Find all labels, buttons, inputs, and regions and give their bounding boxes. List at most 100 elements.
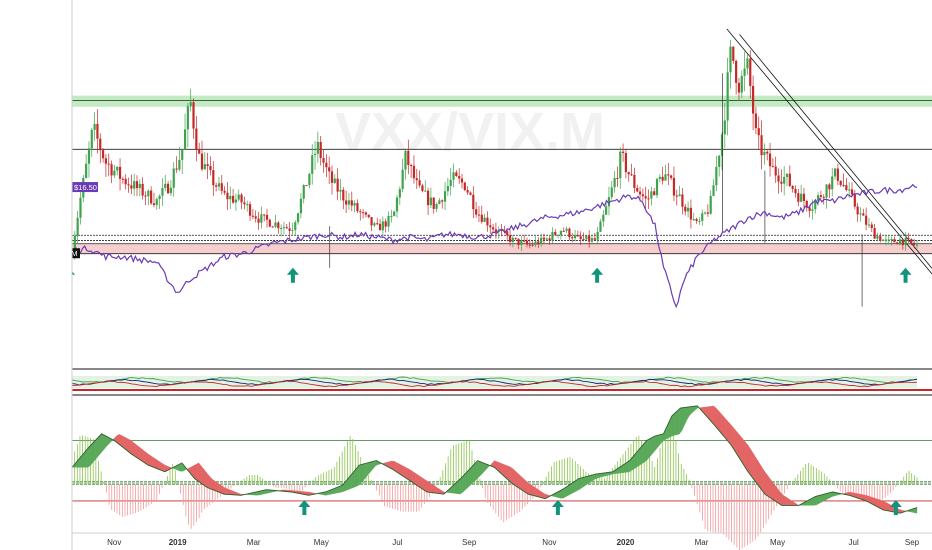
candle-body — [867, 224, 871, 226]
osc-ribbon-segment — [425, 479, 429, 493]
osc-ribbon-segment — [203, 468, 207, 488]
candle-body — [308, 173, 311, 186]
candle-body — [655, 178, 659, 196]
osc-ribbon-segment — [222, 486, 226, 495]
candle-body — [93, 123, 96, 130]
candle-body — [658, 176, 661, 179]
candle-body — [913, 242, 916, 245]
candle-body — [749, 58, 752, 86]
candle-body — [568, 228, 571, 238]
candle-body — [602, 214, 605, 222]
time-axis-tick: Nov — [542, 538, 556, 547]
osc-ribbon-segment — [784, 496, 788, 506]
candle-body — [398, 189, 401, 198]
osc-ribbon-segment — [148, 454, 152, 467]
candle-body — [689, 207, 693, 220]
candle-body — [124, 178, 127, 185]
osc-ribbon-segment — [103, 434, 107, 451]
candle-body — [573, 235, 577, 239]
candle-body — [856, 206, 859, 215]
time-axis-tick: May — [770, 538, 785, 547]
osc-ribbon-segment — [589, 474, 593, 484]
candle-body — [879, 236, 882, 242]
candle-body — [670, 175, 673, 178]
osc-ribbon-segment — [357, 464, 360, 487]
osc-ribbon-segment — [211, 478, 215, 491]
osc-ribbon-segment — [198, 462, 202, 484]
candle-body — [531, 244, 534, 246]
candle-body — [147, 190, 150, 197]
candle-body — [698, 220, 701, 222]
candle-body — [90, 129, 93, 149]
time-axis: Nov2019MarMayJulSepNov2020MarMayJulSepYZ — [0, 532, 932, 547]
candle-body — [814, 200, 817, 210]
osc-ribbon-segment — [359, 464, 363, 486]
osc-ribbon-segment — [512, 468, 516, 487]
candle-body — [240, 194, 243, 203]
candle-body — [881, 239, 885, 242]
candle-body — [330, 171, 334, 183]
candle-body — [130, 185, 133, 189]
candle-body — [336, 178, 339, 192]
candle-body — [356, 203, 359, 212]
candle-body — [316, 141, 319, 154]
candle-body — [237, 194, 240, 200]
candle-body — [644, 196, 647, 199]
candle-body — [296, 213, 300, 223]
candle-body — [288, 228, 291, 231]
candle-body — [460, 178, 464, 183]
osc-ribbon-segment — [87, 445, 91, 468]
osc-ribbon-segment — [761, 465, 764, 494]
osc-ribbon-segment — [782, 494, 786, 506]
candle-body — [116, 166, 119, 171]
candle-body — [367, 214, 370, 218]
signal-arrow — [591, 267, 604, 283]
osc-ribbon-segment — [586, 475, 590, 485]
candle-body — [636, 188, 639, 192]
candle-body — [248, 204, 252, 216]
candle-body — [723, 120, 726, 135]
candle-body — [401, 169, 404, 190]
candle-body — [896, 242, 899, 245]
candle-body — [322, 158, 325, 163]
candle-body — [802, 193, 806, 201]
osc-ribbon-segment — [771, 480, 775, 501]
candle-body — [265, 214, 269, 220]
candle-body — [599, 221, 602, 232]
candle-body — [353, 203, 356, 206]
candle-body — [164, 183, 167, 189]
candle-body — [579, 236, 582, 240]
osc-ribbon-segment — [129, 439, 133, 456]
candle-body — [800, 193, 803, 202]
osc-ribbon-segment — [726, 419, 730, 444]
candle-body — [740, 75, 743, 93]
candle-body — [610, 187, 613, 198]
trendline — [726, 28, 932, 275]
candle-body — [446, 185, 449, 192]
candle-body — [616, 177, 619, 179]
osc-ribbon-segment — [647, 438, 651, 460]
time-axis-tick: Mar — [695, 538, 709, 547]
signal-arrow — [286, 267, 299, 283]
osc-ribbon-segment — [531, 484, 535, 496]
candle-body — [475, 209, 478, 215]
candle-body — [381, 221, 384, 231]
candle-body — [155, 199, 158, 206]
candle-body — [624, 152, 628, 173]
candle-body — [695, 219, 698, 221]
candle-body — [220, 183, 223, 191]
candle-body — [763, 151, 766, 156]
time-axis-tick: 2019 — [169, 538, 187, 547]
candle-body — [483, 217, 486, 222]
candle-body — [260, 214, 263, 223]
candle-body — [477, 214, 481, 216]
time-axis-tick: Jul — [849, 538, 859, 547]
candle-body — [562, 230, 565, 232]
osc-ribbon-segment — [201, 465, 205, 486]
candle-body — [590, 238, 594, 242]
candle-body — [141, 183, 144, 196]
candle-body — [118, 166, 122, 179]
osc-ribbon-segment — [436, 486, 440, 494]
candle-body — [794, 188, 797, 194]
candle-body — [212, 170, 215, 186]
